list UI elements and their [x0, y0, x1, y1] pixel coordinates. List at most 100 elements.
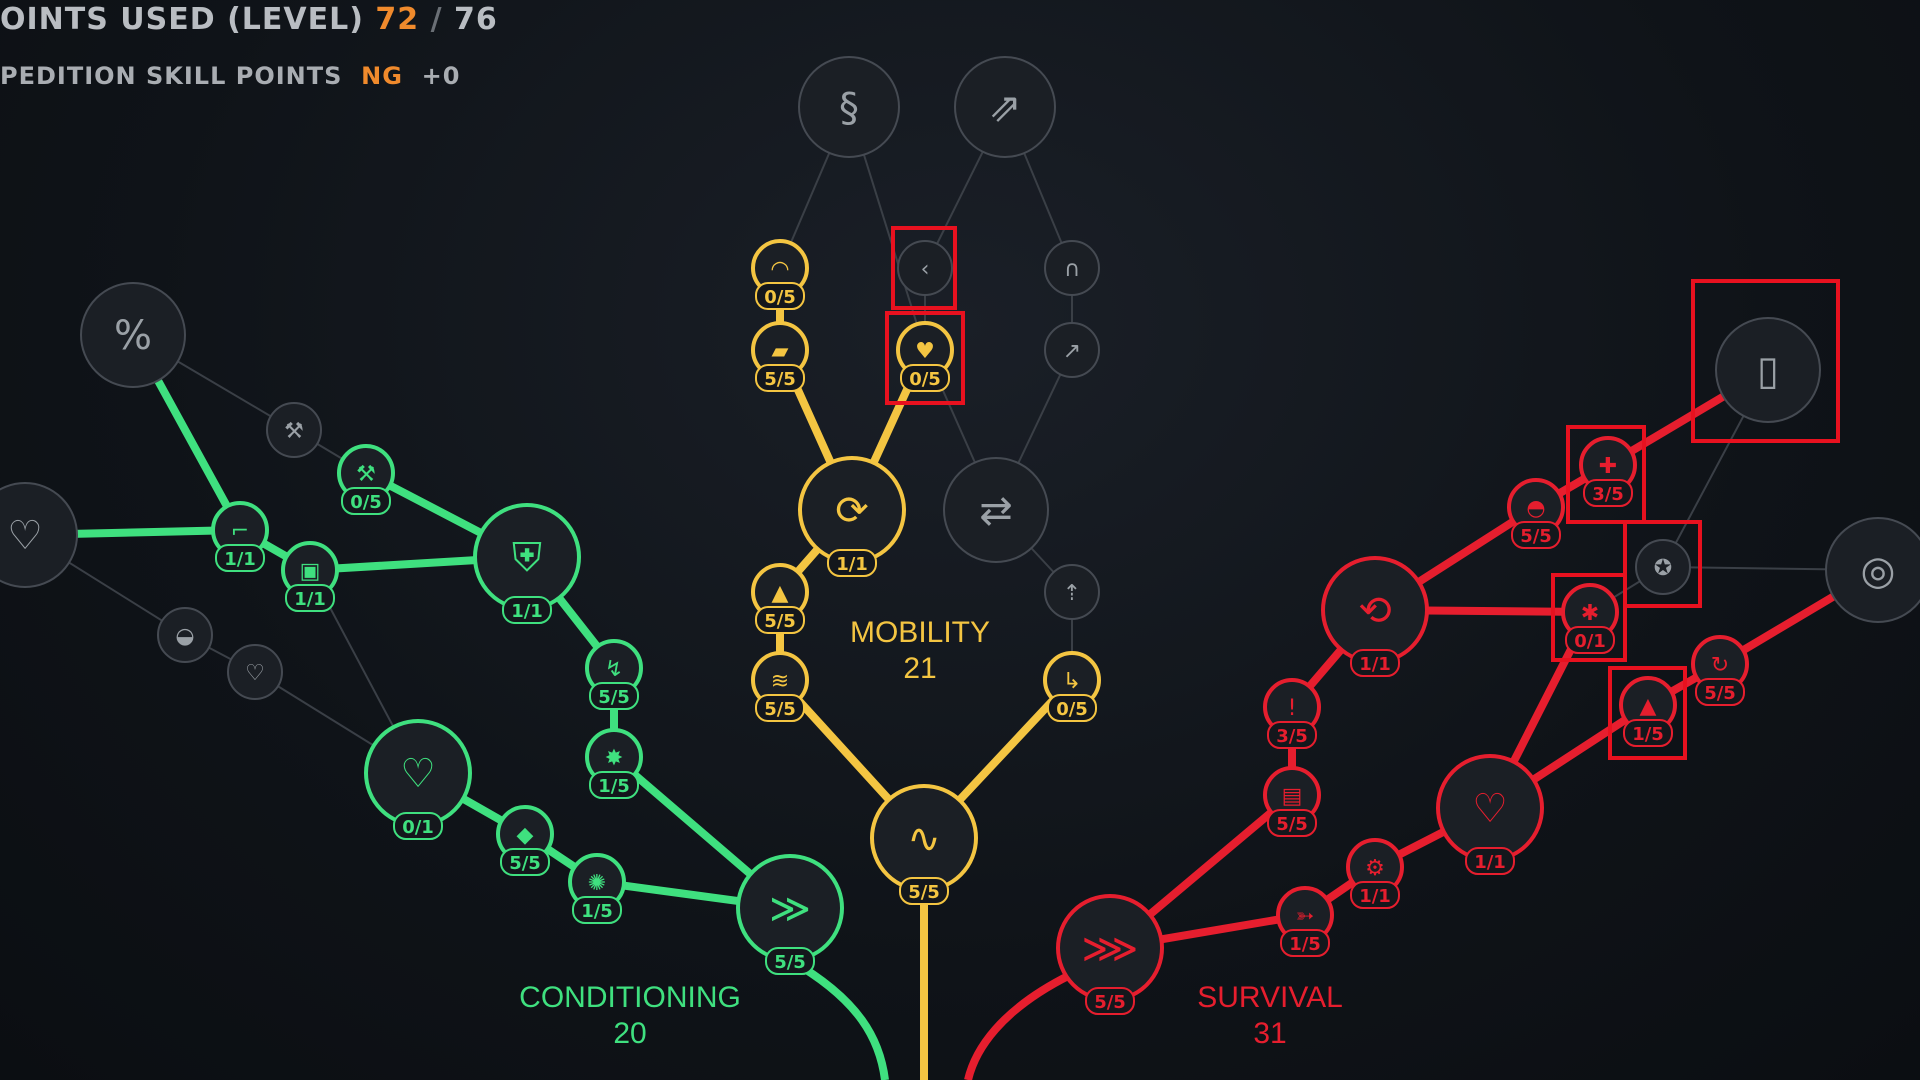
slide-icon: ↳ [1063, 669, 1081, 694]
skill-node-m9[interactable]: ≋ 5/5 [751, 651, 809, 722]
skill-node-s2[interactable]: ◓ 5/5 [1507, 478, 1565, 549]
skill-tree: § ⇗ ◠ 0/5 ‹ ∩ ▰ 5/5 ♥ 0/5 ↗ ⟳ 1/1 ⇄ ▲ 5/5 ⇡ ≋ 5/5 ↳ 0/5 ∿ 5/5%… [0, 56, 1920, 1080]
heart-shield-icon: ♡ [7, 513, 43, 559]
skill-node-c1[interactable]: ⚒ [266, 402, 322, 458]
skill-node-m2[interactable]: ‹ [897, 240, 953, 296]
arc-icon: ◠ [770, 257, 789, 282]
bag-icon: ▤ [1282, 784, 1303, 809]
swirl-arrow-icon: ⟳ [835, 488, 869, 534]
skill-rank-label: 0/5 [764, 287, 796, 308]
skill-node-m-top-left[interactable]: § [798, 56, 900, 158]
dash-arrow-icon: ⇗ [988, 85, 1022, 131]
gun-icon: ➳ [1296, 904, 1314, 929]
skill-rank-label: 5/5 [774, 952, 806, 973]
survival-name: SURVIVAL [1197, 981, 1343, 1014]
feather-icon: ≫ [769, 886, 811, 932]
wrench-icon: ⚙ [1365, 856, 1385, 881]
skill-node-s9[interactable]: ⚙ 1/1 [1346, 838, 1404, 909]
skill-node-c-big-heart[interactable]: ♡ 0/1 [364, 719, 472, 840]
skill-rank-label: 0/5 [350, 492, 382, 513]
skill-node-m-root[interactable]: ∿ 5/5 [870, 784, 978, 905]
chevron-left-icon: ‹ [921, 257, 930, 282]
survival-points: 31 [1253, 1017, 1287, 1050]
skill-node-m5[interactable]: ♥ 0/5 [896, 321, 954, 392]
skill-node-m4[interactable]: ▰ 5/5 [751, 321, 809, 392]
conditioning-points: 20 [613, 1017, 647, 1050]
target-icon: ◎ [1861, 548, 1896, 594]
skill-rank-label: 5/5 [1704, 683, 1736, 704]
medkit-icon: ✚ [1599, 454, 1617, 479]
skill-node-s1[interactable]: ✚ 3/5 [1579, 436, 1637, 507]
spin-icon: ↻ [1711, 653, 1729, 678]
gem-icon: ◆ [517, 823, 534, 848]
skill-rank-label: 1/1 [511, 601, 543, 622]
skill-rank-label: 3/5 [1592, 484, 1624, 505]
alert-icon: ! [1288, 696, 1297, 721]
skill-node-s3[interactable]: ✪ [1635, 539, 1691, 595]
skill-node-s-right[interactable]: ◎ [1825, 517, 1920, 623]
skill-rank-label: 5/5 [908, 882, 940, 903]
skill-node-m1[interactable]: ◠ 0/5 [751, 239, 809, 310]
skill-rank-label: 1/1 [1474, 852, 1506, 873]
sun-icon: ✺ [588, 871, 606, 896]
skill-node-c4[interactable]: ▣ 1/1 [281, 541, 339, 612]
skill-node-c-root[interactable]: ≫ 5/5 [736, 854, 844, 975]
heart-split-icon: ♡ [400, 751, 436, 797]
skill-node-c6[interactable]: ♡ [227, 644, 283, 700]
skill-node-m7[interactable]: ▲ 5/5 [751, 563, 809, 634]
skill-node-c-heart-left[interactable]: ♡ [0, 482, 78, 588]
skill-rank-label: 1/5 [1289, 934, 1321, 955]
door-icon: ▯ [1757, 348, 1779, 394]
skill-node-m3[interactable]: ∩ [1044, 240, 1100, 296]
zigzag-s-icon: § [839, 85, 859, 131]
heart-pulse-icon: ♡ [1472, 786, 1508, 832]
wave-arrow-icon: ∿ [907, 816, 941, 862]
skill-node-m-top-right[interactable]: ⇗ [954, 56, 1056, 158]
skill-rank-label: 3/5 [1276, 726, 1308, 747]
skill-node-c7[interactable]: ↯ 5/5 [585, 639, 643, 710]
skill-rank-label: 1/5 [581, 901, 613, 922]
branch-label-mobility: MOBILITY 21 [830, 615, 1010, 687]
skill-node-s5[interactable]: ↻ 5/5 [1691, 635, 1749, 706]
badge-icon: ✪ [1654, 556, 1672, 581]
skill-node-c3[interactable]: ⌐ 1/1 [211, 501, 269, 572]
skill-node-m10[interactable]: ↳ 0/5 [1043, 651, 1101, 722]
skill-node-s8[interactable]: ▤ 5/5 [1263, 766, 1321, 837]
heart-wing-icon: ♥ [915, 339, 935, 364]
branch-label-survival: SURVIVAL 31 [1170, 980, 1370, 1052]
skill-node-s-top[interactable]: ▯ [1715, 317, 1821, 423]
helmet-icon: ◓ [1526, 496, 1545, 521]
magnet-icon: ∩ [1064, 257, 1080, 282]
mobility-points: 21 [903, 652, 937, 685]
skill-node-c5[interactable]: ◒ [157, 607, 213, 663]
skill-node-s-big-heart[interactable]: ♡ 1/1 [1436, 754, 1544, 875]
skill-rank-label: 1/5 [1632, 724, 1664, 745]
shield-icon: ⛨ [512, 535, 542, 581]
pin-icon: ↗ [1063, 339, 1081, 364]
skill-node-c9[interactable]: ◆ 5/5 [496, 805, 554, 876]
skill-rank-label: 1/1 [1359, 886, 1391, 907]
heart-icon: ♡ [245, 661, 265, 686]
percent-icon: % [114, 313, 152, 359]
skill-node-c2[interactable]: ⚒ 0/5 [337, 444, 395, 515]
skill-node-m-big-1[interactable]: ⟳ 1/1 [798, 456, 906, 577]
skill-node-c-top[interactable]: % [80, 282, 186, 388]
skill-node-m8[interactable]: ⇡ [1044, 564, 1100, 620]
conditioning-name: CONDITIONING [519, 981, 741, 1014]
skill-node-m6[interactable]: ↗ [1044, 322, 1100, 378]
flame-icon: ▲ [1640, 694, 1657, 719]
cycle-arrow-icon: ⇄ [979, 488, 1013, 534]
bug-icon: ✱ [1581, 601, 1599, 626]
skill-rank-label: 5/5 [764, 369, 796, 390]
skill-node-c10[interactable]: ✺ 1/5 [568, 853, 626, 924]
skill-node-m-big-2[interactable]: ⇄ [943, 457, 1049, 563]
skill-node-s7[interactable]: ▲ 1/5 [1619, 676, 1677, 747]
skill-node-c8[interactable]: ✸ 1/5 [585, 728, 643, 799]
skill-rank-label: 0/5 [909, 369, 941, 390]
skill-node-s4[interactable]: ✱ 0/1 [1561, 583, 1619, 654]
skill-node-s10[interactable]: ➳ 1/5 [1276, 886, 1334, 957]
skill-node-s-root[interactable]: ⋙ 5/5 [1056, 894, 1164, 1015]
skill-node-s6[interactable]: ! 3/5 [1263, 678, 1321, 749]
hammer-icon: ⚒ [356, 462, 376, 487]
skill-rank-label: 5/5 [509, 853, 541, 874]
